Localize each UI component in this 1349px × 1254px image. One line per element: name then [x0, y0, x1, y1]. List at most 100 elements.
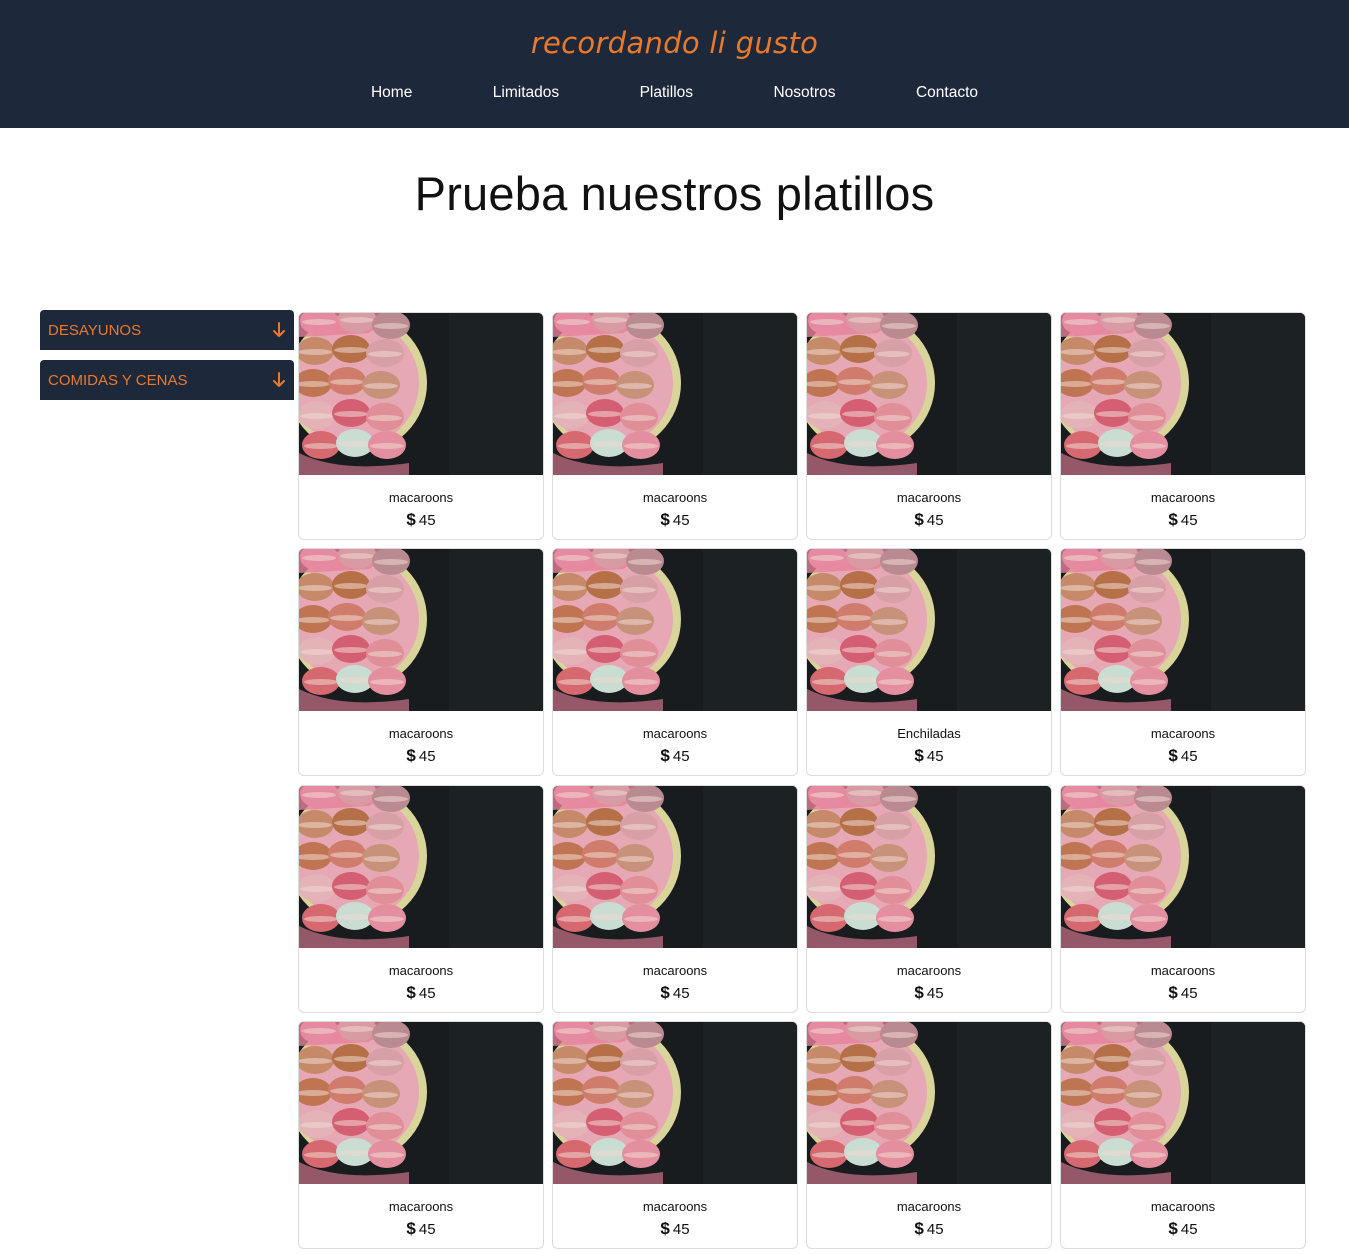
product-price: $45 — [807, 983, 1051, 1003]
product-card[interactable]: macaroons $45 — [806, 1021, 1052, 1249]
page-title: Prueba nuestros platillos — [414, 167, 935, 220]
product-card[interactable]: macaroons $45 — [552, 785, 798, 1013]
product-price: $45 — [553, 746, 797, 766]
dollar-sign-icon: $ — [660, 1219, 670, 1238]
product-card[interactable]: macaroons $45 — [298, 548, 544, 776]
product-image — [1061, 1022, 1305, 1184]
price-amount: 45 — [1180, 985, 1198, 1002]
product-price: $45 — [299, 983, 543, 1003]
product-price: $45 — [1061, 983, 1305, 1003]
product-image — [807, 549, 1051, 711]
product-image — [553, 549, 797, 711]
product-image — [553, 313, 797, 475]
nav-home-link[interactable]: Home — [371, 84, 412, 102]
product-name: macaroons — [896, 490, 962, 505]
category-desayunos-toggle[interactable]: DESAYUNOS — [40, 310, 294, 350]
product-name: macaroons — [388, 726, 454, 741]
price-amount: 45 — [672, 748, 690, 765]
product-name: macaroons — [1150, 963, 1216, 978]
product-name: macaroons — [642, 1199, 708, 1214]
product-price: $45 — [807, 510, 1051, 530]
brand-logo-text[interactable]: recordando li gusto — [0, 26, 1349, 60]
dollar-sign-icon: $ — [914, 746, 924, 765]
nav-contacto-link[interactable]: Contacto — [916, 84, 978, 102]
dollar-sign-icon: $ — [660, 983, 670, 1002]
product-price: $45 — [553, 510, 797, 530]
product-image — [553, 786, 797, 948]
price-amount: 45 — [418, 1221, 436, 1238]
product-image — [299, 786, 543, 948]
product-card[interactable]: macaroons $45 — [298, 1021, 544, 1249]
category-label: DESAYUNOS — [48, 322, 142, 339]
product-card[interactable]: macaroons $45 — [1060, 548, 1306, 776]
product-card[interactable]: macaroons $45 — [552, 548, 798, 776]
product-price: $45 — [299, 746, 543, 766]
price-amount: 45 — [926, 985, 944, 1002]
product-image — [299, 313, 543, 475]
product-name: macaroons — [896, 963, 962, 978]
price-amount: 45 — [672, 512, 690, 529]
product-image — [1061, 549, 1305, 711]
dollar-sign-icon: $ — [1168, 746, 1178, 765]
product-name: macaroons — [388, 490, 454, 505]
product-image — [299, 1022, 543, 1184]
product-price: $45 — [1061, 510, 1305, 530]
dollar-sign-icon: $ — [1168, 510, 1178, 529]
product-card[interactable]: macaroons $45 — [1060, 785, 1306, 1013]
product-card[interactable]: macaroons $45 — [806, 785, 1052, 1013]
product-card[interactable]: macaroons $45 — [552, 1021, 798, 1249]
product-price: $45 — [299, 510, 543, 530]
product-image — [807, 1022, 1051, 1184]
category-label: COMIDAS Y CENAS — [48, 372, 188, 389]
product-name: macaroons — [896, 1199, 962, 1214]
price-amount: 45 — [1180, 748, 1198, 765]
dollar-sign-icon: $ — [914, 510, 924, 529]
product-card[interactable]: macaroons $45 — [298, 312, 544, 540]
product-image — [299, 549, 543, 711]
category-comidas-y-cenas-toggle[interactable]: COMIDAS Y CENAS — [40, 360, 294, 400]
product-card[interactable]: macaroons $45 — [1060, 1021, 1306, 1249]
product-price: $45 — [1061, 746, 1305, 766]
product-image — [1061, 313, 1305, 475]
price-amount: 45 — [418, 985, 436, 1002]
product-image — [553, 1022, 797, 1184]
product-name: macaroons — [388, 963, 454, 978]
site-header: recordando li gusto Home Limitados Plati… — [0, 0, 1349, 128]
product-price: $45 — [1061, 1219, 1305, 1239]
dollar-sign-icon: $ — [660, 746, 670, 765]
product-card[interactable]: macaroons $45 — [552, 312, 798, 540]
product-card[interactable]: macaroons $45 — [298, 785, 544, 1013]
arrow-down-icon — [273, 372, 285, 387]
price-amount: 45 — [1180, 1221, 1198, 1238]
dollar-sign-icon: $ — [1168, 1219, 1178, 1238]
price-amount: 45 — [418, 748, 436, 765]
price-amount: 45 — [926, 1221, 944, 1238]
product-name: Enchiladas — [897, 726, 961, 741]
dollar-sign-icon: $ — [914, 1219, 924, 1238]
product-image — [1061, 786, 1305, 948]
product-name: macaroons — [642, 490, 708, 505]
dollar-sign-icon: $ — [406, 746, 416, 765]
price-amount: 45 — [926, 748, 944, 765]
nav-limitados-link[interactable]: Limitados — [493, 84, 559, 102]
price-amount: 45 — [418, 512, 436, 529]
dollar-sign-icon: $ — [406, 1219, 416, 1238]
product-name: macaroons — [642, 726, 708, 741]
product-name: macaroons — [388, 1199, 454, 1214]
nav-platillos-link[interactable]: Platillos — [640, 84, 693, 102]
price-amount: 45 — [926, 512, 944, 529]
dollar-sign-icon: $ — [660, 510, 670, 529]
product-card[interactable]: Enchiladas $45 — [806, 548, 1052, 776]
product-price: $45 — [553, 983, 797, 1003]
price-amount: 45 — [672, 1221, 690, 1238]
nav-nosotros-link[interactable]: Nosotros — [773, 84, 835, 102]
product-image — [807, 786, 1051, 948]
dollar-sign-icon: $ — [1168, 983, 1178, 1002]
product-image — [807, 313, 1051, 475]
product-price: $45 — [299, 1219, 543, 1239]
product-name: macaroons — [1150, 726, 1216, 741]
main-nav: Home Limitados Platillos Nosotros Contac… — [0, 84, 1349, 102]
product-card[interactable]: macaroons $45 — [806, 312, 1052, 540]
product-price: $45 — [807, 746, 1051, 766]
product-card[interactable]: macaroons $45 — [1060, 312, 1306, 540]
